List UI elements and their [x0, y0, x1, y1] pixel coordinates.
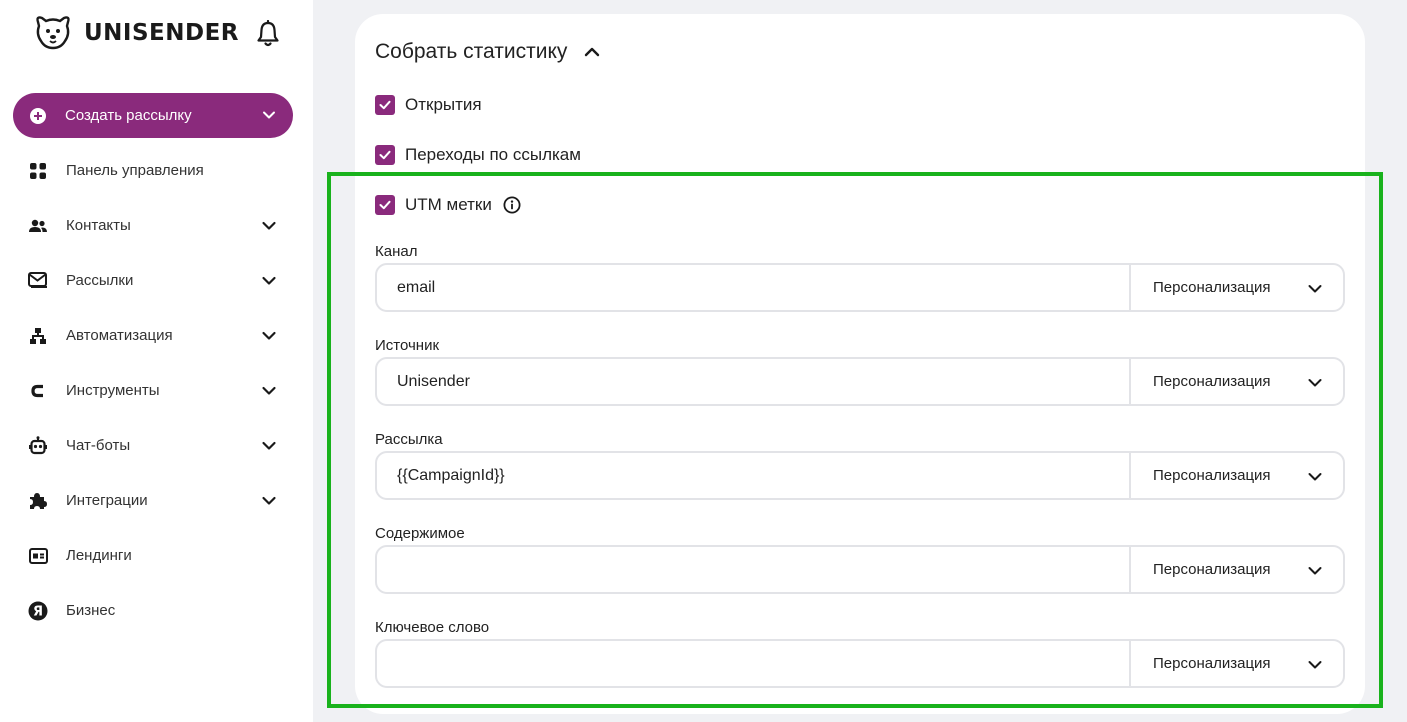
sidebar-item-label: Лендинги: [66, 547, 132, 564]
sidebar-item-label: Автоматизация: [66, 327, 173, 344]
chevron-up-icon: [585, 47, 600, 57]
sidebar-item-tools[interactable]: Инструменты: [0, 363, 313, 418]
utm-source-input[interactable]: [377, 359, 1129, 404]
field-box: Персонализация: [375, 357, 1345, 406]
chevron-down-icon: [1308, 473, 1322, 481]
link-clicks-checkbox[interactable]: [375, 145, 395, 165]
utm-campaign-input[interactable]: [377, 453, 1129, 498]
sidebar-item-dashboard[interactable]: Панель управления: [0, 143, 313, 198]
personalization-dropdown[interactable]: Персонализация: [1129, 359, 1343, 404]
sidebar-item-campaigns[interactable]: Рассылки: [0, 253, 313, 308]
dropdown-label: Персонализация: [1153, 279, 1271, 296]
yandex-icon: Я: [28, 601, 48, 621]
opens-checkbox[interactable]: [375, 95, 395, 115]
personalization-dropdown[interactable]: Персонализация: [1129, 547, 1343, 592]
create-campaign-button[interactable]: Создать рассылку: [13, 93, 293, 138]
sidebar-item-integrations[interactable]: Интеграции: [0, 473, 313, 528]
sidebar-item-label: Инструменты: [66, 382, 160, 399]
bot-icon: [28, 436, 48, 456]
chevron-down-icon: [263, 111, 275, 119]
brand-name: UNISENDER: [84, 20, 240, 46]
dropdown-label: Персонализация: [1153, 655, 1271, 672]
logo[interactable]: UNISENDER: [32, 14, 239, 52]
opens-checkbox-row[interactable]: Открытия: [375, 95, 482, 115]
dropdown-label: Персонализация: [1153, 561, 1271, 578]
utm-channel-field: Канал Персонализация: [375, 243, 1345, 312]
link-clicks-label: Переходы по ссылкам: [405, 145, 581, 164]
field-label: Источник: [375, 337, 440, 354]
mail-icon: [28, 271, 48, 291]
section-title: Собрать статистику: [375, 40, 568, 63]
field-label: Содержимое: [375, 525, 465, 542]
sidebar-item-contacts[interactable]: Контакты: [0, 198, 313, 253]
landing-icon: [28, 546, 48, 566]
checkmark-icon: [379, 100, 391, 110]
dog-logo-icon: [36, 16, 70, 50]
puzzle-icon: [28, 491, 48, 511]
sidebar-item-business[interactable]: Я Бизнес: [0, 583, 313, 638]
link-clicks-checkbox-row[interactable]: Переходы по ссылкам: [375, 145, 581, 165]
svg-text:Я: Я: [33, 604, 43, 619]
utm-campaign-field: Рассылка Персонализация: [375, 431, 1345, 500]
field-label: Ключевое слово: [375, 619, 490, 636]
field-box: Персонализация: [375, 263, 1345, 312]
collect-stats-toggle[interactable]: Собрать статистику: [375, 40, 601, 64]
utm-source-field: Источник Персонализация: [375, 337, 1345, 406]
sidebar-item-automation[interactable]: Автоматизация: [0, 308, 313, 363]
create-campaign-label: Создать рассылку: [65, 107, 192, 124]
sidebar-item-landings[interactable]: Лендинги: [0, 528, 313, 583]
sidebar-item-label: Рассылки: [66, 272, 134, 289]
chevron-down-icon: [262, 276, 276, 285]
field-box: Персонализация: [375, 639, 1345, 688]
chevron-down-icon: [1308, 285, 1322, 293]
chevron-down-icon: [262, 441, 276, 450]
contacts-icon: [28, 216, 48, 236]
chevron-down-icon: [262, 386, 276, 395]
dropdown-label: Персонализация: [1153, 373, 1271, 390]
personalization-dropdown[interactable]: Персонализация: [1129, 641, 1343, 686]
chevron-down-icon: [262, 221, 276, 230]
chevron-down-icon: [1308, 567, 1322, 575]
chevron-down-icon: [262, 496, 276, 505]
sidebar-item-label: Чат-боты: [66, 437, 131, 454]
utm-keyword-input[interactable]: [377, 641, 1129, 686]
sidebar-item-label: Контакты: [66, 217, 131, 234]
utm-content-input[interactable]: [377, 547, 1129, 592]
checkmark-icon: [379, 150, 391, 160]
personalization-dropdown[interactable]: Персонализация: [1129, 265, 1343, 310]
utm-label: UTM метки: [405, 195, 492, 214]
opens-label: Открытия: [405, 95, 482, 114]
dashboard-icon: [28, 161, 48, 181]
chevron-down-icon: [1308, 379, 1322, 387]
dropdown-label: Персонализация: [1153, 467, 1271, 484]
sidebar-nav: Панель управления Контакты Рассылки Авто…: [0, 143, 313, 638]
chevron-down-icon: [1308, 661, 1322, 669]
field-label: Канал: [375, 243, 418, 260]
statistics-card: Собрать статистику Открытия Переходы по …: [355, 14, 1365, 714]
field-label: Рассылка: [375, 431, 443, 448]
info-icon[interactable]: [503, 196, 521, 214]
personalization-dropdown[interactable]: Персонализация: [1129, 453, 1343, 498]
sidebar-item-chatbots[interactable]: Чат-боты: [0, 418, 313, 473]
plus-circle-icon: [30, 107, 46, 124]
automation-icon: [28, 326, 48, 346]
utm-channel-input[interactable]: [377, 265, 1129, 310]
sidebar-item-label: Интеграции: [66, 492, 148, 509]
field-box: Персонализация: [375, 451, 1345, 500]
sidebar: UNISENDER Создать рассылку Панель управл…: [0, 0, 313, 722]
magnet-icon: [28, 381, 48, 401]
bell-icon[interactable]: [255, 20, 281, 48]
utm-keyword-field: Ключевое слово Персонализация: [375, 619, 1345, 688]
sidebar-item-label: Панель управления: [66, 162, 204, 179]
field-box: Персонализация: [375, 545, 1345, 594]
utm-checkbox-row[interactable]: UTM метки: [375, 195, 521, 215]
sidebar-item-label: Бизнес: [66, 602, 116, 619]
chevron-down-icon: [262, 331, 276, 340]
checkmark-icon: [379, 200, 391, 210]
utm-checkbox[interactable]: [375, 195, 395, 215]
utm-content-field: Содержимое Персонализация: [375, 525, 1345, 594]
